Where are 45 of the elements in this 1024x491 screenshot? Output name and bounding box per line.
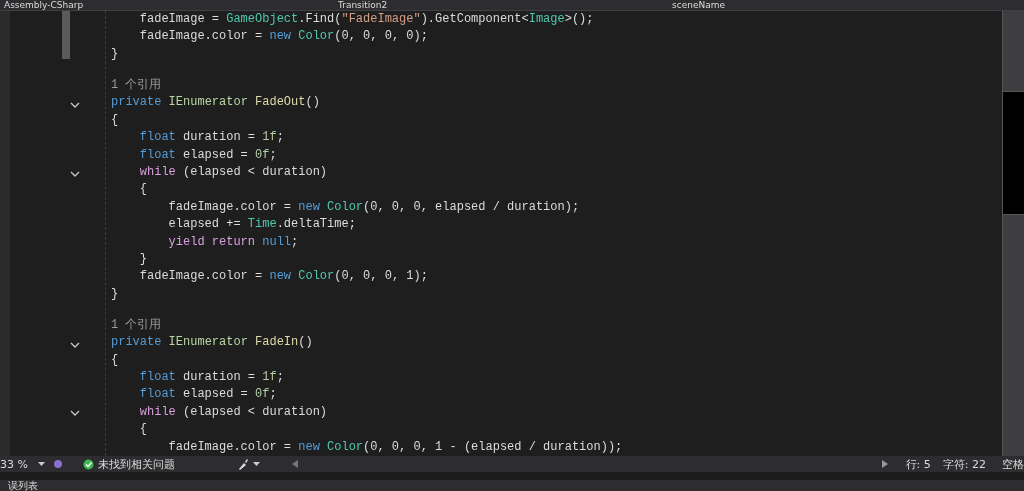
code-line: float elapsed = 0f; [138,386,277,404]
navigation-dropdown[interactable]: Assembly-CSharp [0,0,334,10]
code-line: float duration = 1f; [138,129,284,147]
brush-icon[interactable] [236,458,249,470]
code-line: private IEnumerator FadeIn() [111,334,313,352]
line-number[interactable]: 行: 5 [905,456,931,472]
reference-count-link[interactable]: 1 个引用 [111,316,162,335]
collapse-chevron-icon[interactable] [70,170,80,177]
code-line: fadeImage.color = new Color(0, 0, 0, 0); [138,28,428,46]
code-line: } [111,45,119,63]
code-line: { [138,181,147,199]
code-line: float elapsed = 0f; [138,146,277,164]
code-line: { [111,351,119,369]
indentation-status[interactable]: 空格 [1002,456,1024,472]
code-line: fadeImage.color = new Color(0, 0, 0, 1 - (elapsed / duration)); [167,438,623,456]
zoom-level-dropdown[interactable]: 33 % [0,457,28,471]
code-line: } [138,250,147,268]
issues-status[interactable]: 未找到相关问题 [97,456,175,472]
error-list-tab[interactable]: 误列表 [8,480,38,491]
navigation-dropdown[interactable]: sceneName [668,0,1002,10]
character-number[interactable]: 字符: 22 [942,456,986,472]
caret-icon [252,462,260,466]
code-line: while (elapsed < duration) [138,403,328,421]
code-line: fadeImage = GameObject.Find("FadeImage").GetComponent<Image>(); [138,11,594,28]
code-line: private IEnumerator FadeOut() [111,94,320,112]
code-line: { [111,111,119,129]
vertical-scrollbar[interactable] [1002,11,1024,456]
code-line: float duration = 1f; [138,369,284,387]
scroll-left-icon[interactable] [291,460,298,468]
scroll-right-icon[interactable] [881,460,888,468]
collapse-chevron-icon[interactable] [70,102,80,109]
collapse-chevron-icon[interactable] [70,341,80,348]
check-circle-icon [82,458,94,470]
collapse-chevron-icon[interactable] [70,410,80,417]
navigation-dropdown[interactable]: Transition2 [334,0,668,10]
code-line: fadeImage.color = new Color(0, 0, 0, 1); [138,268,428,286]
code-line: fadeImage.color = new Color(0, 0, 0, elapsed / duration); [167,198,580,216]
code-line: { [138,421,147,439]
code-line: elapsed += Time.deltaTime; [167,216,356,234]
caret-icon [37,462,45,466]
change-marker [62,11,70,59]
code-line: while (elapsed < duration) [138,163,328,181]
code-line: yield return null; [167,233,299,251]
code-line: } [111,285,119,303]
reference-count-link[interactable]: 1 个引用 [111,77,162,95]
